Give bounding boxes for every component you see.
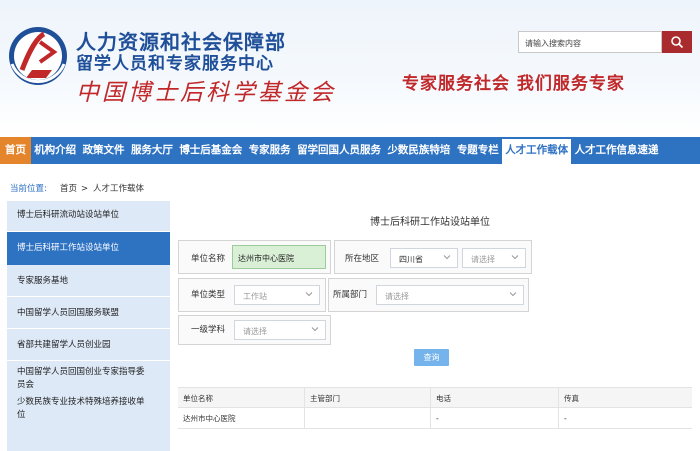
discipline-select[interactable]: 请选择	[234, 320, 326, 340]
cell-unit-name[interactable]: 达州市中心医院	[178, 408, 304, 429]
nav-item-about[interactable]: 机构介绍	[31, 137, 79, 164]
column-header-phone: 电话	[430, 388, 558, 409]
cell-fax: -	[558, 408, 692, 429]
unit-type-select[interactable]: 工作站	[234, 285, 320, 305]
org-title-line3: 中国博士后科学基金会	[76, 80, 336, 106]
region-label: 所在地区	[345, 254, 380, 264]
sidebar-item-postdoc-mobile-station[interactable]: 博士后科研流动站设站单位	[7, 209, 170, 222]
search-icon	[671, 36, 684, 49]
sidebar-item-minority-training-unit[interactable]: 少数民族专业技术特殊培养接收单位	[7, 396, 147, 422]
page: 人力资源和社会保障部 留学人员和专家服务中心 中国博士后科学基金会 请输入搜索内…	[0, 0, 700, 451]
nav-item-talent-carrier[interactable]: 人才工作载体	[502, 137, 572, 164]
city-select[interactable]: 请选择	[462, 248, 526, 268]
table-header-row: 单位名称 主管部门 电话 传真	[178, 387, 692, 409]
chevron-down-icon	[305, 292, 313, 297]
org-title-line2: 留学人员和专家服务中心	[76, 54, 274, 74]
breadcrumb-home-link[interactable]: 首页	[60, 179, 77, 199]
breadcrumb: 当前位置: 首页 > 人才工作载体	[0, 179, 700, 199]
unit-type-select-placeholder: 工作站	[243, 292, 267, 301]
chevron-down-icon	[311, 327, 319, 332]
search-input[interactable]: 请输入搜索内容	[518, 31, 662, 53]
nav-item-home[interactable]: 首页	[0, 137, 31, 164]
unit-name-label: 单位名称	[191, 254, 226, 264]
dept-label: 所属部门	[333, 290, 368, 300]
unit-name-input[interactable]: 达州市中心医院	[232, 245, 326, 269]
table-row[interactable]: 达州市中心医院 - -	[178, 408, 692, 429]
sidebar-item-startup-park[interactable]: 省部共建留学人员创业园	[7, 339, 170, 352]
chevron-down-icon	[443, 255, 451, 260]
dept-select[interactable]: 请选择	[376, 285, 524, 305]
sidebar-item-returnee-alliance[interactable]: 中国留学人员回国服务联盟	[7, 307, 170, 320]
breadcrumb-separator: >	[81, 184, 89, 194]
cell-dept	[304, 408, 430, 429]
unit-type-label: 单位类型	[191, 290, 226, 300]
column-header-unit-name: 单位名称	[183, 394, 213, 403]
breadcrumb-label: 当前位置:	[10, 184, 47, 194]
site-header: 人力资源和社会保障部 留学人员和专家服务中心 中国博士后科学基金会 请输入搜索内…	[0, 0, 700, 135]
city-select-placeholder: 请选择	[471, 255, 495, 264]
column-header-fax: 传真	[558, 388, 692, 409]
slogan: 专家服务社会 我们服务专家	[402, 74, 625, 94]
nav-item-minority-training[interactable]: 少数民族特培	[384, 137, 453, 164]
search-button[interactable]	[662, 31, 692, 53]
results-table: 单位名称 主管部门 电话 传真 达州市中心医院 - -	[178, 387, 692, 429]
chevron-down-icon	[511, 255, 519, 260]
nav-item-policy[interactable]: 政策文件	[79, 137, 127, 164]
province-select-value: 四川省	[399, 255, 423, 264]
sidebar: 博士后科研流动站设站单位 博士后科研工作站设站单位 专家服务基地 中国留学人员回…	[7, 201, 170, 451]
query-button[interactable]: 查询	[414, 349, 449, 366]
cell-phone: -	[430, 408, 558, 429]
nav-item-special-topics[interactable]: 专题专栏	[454, 137, 502, 164]
nav-item-postdoc-foundation[interactable]: 博士后基金会	[176, 137, 245, 164]
nav-item-talent-news[interactable]: 人才工作信息速递	[571, 137, 661, 164]
discipline-select-placeholder: 请选择	[243, 327, 267, 336]
nav-item-service-hall[interactable]: 服务大厅	[128, 137, 176, 164]
sidebar-divider	[7, 328, 170, 329]
nav-item-expert-service[interactable]: 专家服务	[246, 137, 294, 164]
sidebar-item-startup-committee[interactable]: 中国留学人员回国创业专家指导委员会	[7, 366, 147, 392]
main-nav: 首页 机构介绍 政策文件 服务大厅 博士后基金会 专家服务 留学回国人员服务 少…	[0, 137, 700, 164]
page-title: 博士后科研工作站设站单位	[370, 217, 490, 228]
dept-select-placeholder: 请选择	[385, 292, 409, 301]
logo-icon[interactable]	[6, 24, 70, 88]
province-select[interactable]: 四川省	[390, 248, 458, 268]
nav-item-returnee-service[interactable]: 留学回国人员服务	[294, 137, 384, 164]
column-header-dept: 主管部门	[304, 388, 430, 409]
sidebar-divider	[7, 296, 170, 297]
discipline-label: 一级学科	[191, 325, 226, 335]
sidebar-divider	[7, 360, 170, 361]
sidebar-item-expert-base[interactable]: 专家服务基地	[7, 275, 170, 288]
chevron-down-icon	[509, 292, 517, 297]
sidebar-item-postdoc-workstation[interactable]: 博士后科研工作站设站单位	[7, 232, 170, 265]
breadcrumb-current[interactable]: 人才工作载体	[93, 179, 144, 199]
